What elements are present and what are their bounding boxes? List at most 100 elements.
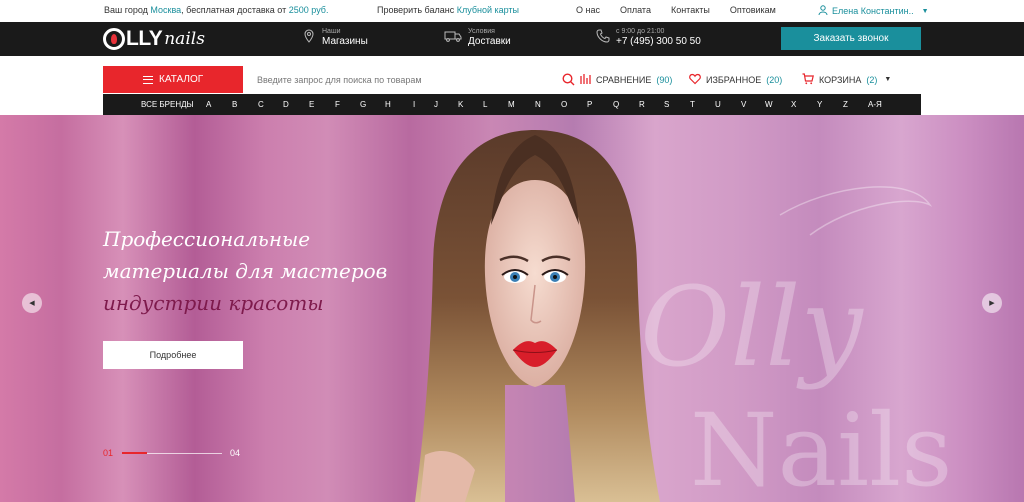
cart-label: КОРЗИНА: [819, 74, 862, 85]
alpha-letter[interactable]: M: [508, 100, 515, 109]
main-header: LLY nails Наши Магазины Условия Доставки…: [0, 22, 1024, 56]
alpha-letter[interactable]: E: [309, 100, 314, 109]
alpha-letter[interactable]: А-Я: [868, 100, 882, 109]
alpha-letter[interactable]: G: [360, 100, 366, 109]
logo-o-icon: [103, 28, 125, 50]
alpha-letter[interactable]: C: [258, 100, 264, 109]
user-icon: [818, 5, 828, 17]
compare-icon: [579, 73, 591, 87]
free-delivery-amount: 2500 руб.: [288, 5, 329, 15]
top-bar: Ваш город Москва, бесплатная доставка от…: [0, 0, 1024, 22]
balance-prefix: Проверить баланс: [377, 5, 455, 15]
alpha-letter[interactable]: B: [232, 100, 237, 109]
shops-link[interactable]: Наши Магазины: [302, 28, 368, 48]
alpha-letter[interactable]: Y: [817, 100, 822, 109]
user-menu[interactable]: Елена Константин.. ▼: [818, 5, 929, 17]
caret-down-icon: ▼: [921, 7, 929, 15]
city-info: Ваш город Москва, бесплатная доставка от…: [104, 5, 328, 15]
catalog-button[interactable]: КАТАЛОГ: [103, 66, 243, 93]
alpha-all-brands[interactable]: ВСЕ БРЕНДЫ: [141, 100, 194, 109]
top-nav: О нас Оплата Контакты Оптовикам: [576, 5, 776, 15]
slide-progress-fill: [122, 452, 147, 454]
alpha-letter[interactable]: U: [715, 100, 721, 109]
slide-total: 04: [230, 448, 241, 458]
catalog-label: КАТАЛОГ: [159, 74, 204, 85]
compare-link[interactable]: СРАВНЕНИЕ (90): [579, 66, 672, 93]
phone-hours: с 9:00 до 21:00: [616, 28, 665, 35]
search-icon[interactable]: [562, 73, 575, 86]
search-row: КАТАЛОГ СРАВНЕНИЕ (90) ИЗБРАННОЕ (20) КОРЗ…: [103, 66, 921, 93]
truck-icon: [444, 29, 462, 48]
more-button[interactable]: Подробнее: [103, 341, 243, 369]
alpha-letter[interactable]: S: [664, 100, 669, 109]
alpha-letter[interactable]: T: [690, 100, 695, 109]
alpha-letter[interactable]: W: [765, 100, 773, 109]
city-suffix: , бесплатная доставка от: [181, 5, 287, 15]
alpha-letter[interactable]: P: [587, 100, 592, 109]
alpha-letter[interactable]: Z: [843, 100, 848, 109]
alpha-letter[interactable]: D: [283, 100, 289, 109]
search-box: [257, 66, 581, 93]
slide-current: 01: [103, 448, 114, 458]
shops-big: Магазины: [322, 36, 368, 47]
alpha-letter[interactable]: N: [535, 100, 541, 109]
hero-title-accent: индустрии красоты: [103, 291, 324, 315]
favorites-label: ИЗБРАННОЕ: [706, 74, 762, 85]
arrow-right-icon: ▶: [989, 300, 995, 307]
alpha-letter[interactable]: H: [385, 100, 391, 109]
city-prefix: Ваш город: [104, 5, 148, 15]
menu-icon: [143, 75, 153, 84]
logo-script: nails: [164, 29, 205, 49]
delivery-link[interactable]: Условия Доставки: [444, 28, 511, 48]
alpha-letter[interactable]: K: [458, 100, 463, 109]
hero-title-line-1: Профессиональные: [103, 227, 311, 251]
logo[interactable]: LLY nails: [103, 25, 221, 53]
city-link[interactable]: Москва: [150, 5, 181, 15]
nav-payment[interactable]: Оплата: [620, 5, 651, 15]
phone-icon: [596, 29, 610, 48]
compare-count: (90): [656, 74, 673, 85]
alpha-letter[interactable]: I: [413, 100, 415, 109]
watermark-nails: Nails: [690, 392, 952, 495]
slider-next-button[interactable]: ▶: [982, 293, 1002, 313]
alpha-letter[interactable]: V: [741, 100, 746, 109]
callback-button[interactable]: Заказать звонок: [781, 27, 921, 50]
phone-number: +7 (495) 300 50 50: [616, 36, 701, 47]
favorites-count: (20): [766, 74, 783, 85]
alpha-letter[interactable]: F: [335, 100, 340, 109]
model-portrait-image: [415, 130, 660, 502]
alpha-letter[interactable]: O: [561, 100, 567, 109]
nav-wholesale[interactable]: Оптовикам: [730, 5, 776, 15]
user-name: Елена Константин..: [832, 6, 914, 16]
search-input[interactable]: [257, 66, 581, 93]
club-card-link[interactable]: Клубной карты: [457, 5, 519, 15]
alpha-letter[interactable]: Q: [613, 100, 619, 109]
balance-info: Проверить баланс Клубной карты: [377, 5, 519, 15]
nav-about[interactable]: О нас: [576, 5, 600, 15]
shops-small: Наши: [322, 28, 341, 35]
cart-count: (2): [866, 74, 878, 85]
hero-slider: Olly Nails Профессиональные материалы дл…: [0, 115, 1024, 502]
caret-down-icon: ▼: [884, 76, 892, 83]
alpha-letter[interactable]: X: [791, 100, 796, 109]
cart-icon: [802, 72, 814, 87]
alpha-letter[interactable]: L: [483, 100, 487, 109]
hero-title-line-2: материалы для мастеров: [103, 259, 388, 283]
slider-prev-button[interactable]: ◀: [22, 293, 42, 313]
delivery-big: Доставки: [468, 36, 511, 47]
logo-text: LLY: [126, 27, 163, 50]
cart-link[interactable]: КОРЗИНА (2) ▼: [802, 66, 891, 93]
map-pin-icon: [302, 28, 316, 48]
heart-icon: [689, 73, 701, 87]
alpha-letter[interactable]: A: [206, 100, 211, 109]
favorites-link[interactable]: ИЗБРАННОЕ (20): [689, 66, 782, 93]
brand-alphabet-bar: ВСЕ БРЕНДЫ A B C D E F G H I J K L M N O…: [103, 94, 921, 115]
alpha-letter[interactable]: R: [639, 100, 645, 109]
arrow-left-icon: ◀: [29, 300, 35, 307]
nav-contacts[interactable]: Контакты: [671, 5, 710, 15]
compare-label: СРАВНЕНИЕ: [596, 74, 652, 85]
delivery-small: Условия: [468, 28, 495, 35]
phone-block[interactable]: с 9:00 до 21:00 +7 (495) 300 50 50: [596, 28, 701, 48]
alpha-letter[interactable]: J: [434, 100, 438, 109]
hero-title: Профессиональные материалы для мастеров …: [103, 223, 387, 319]
